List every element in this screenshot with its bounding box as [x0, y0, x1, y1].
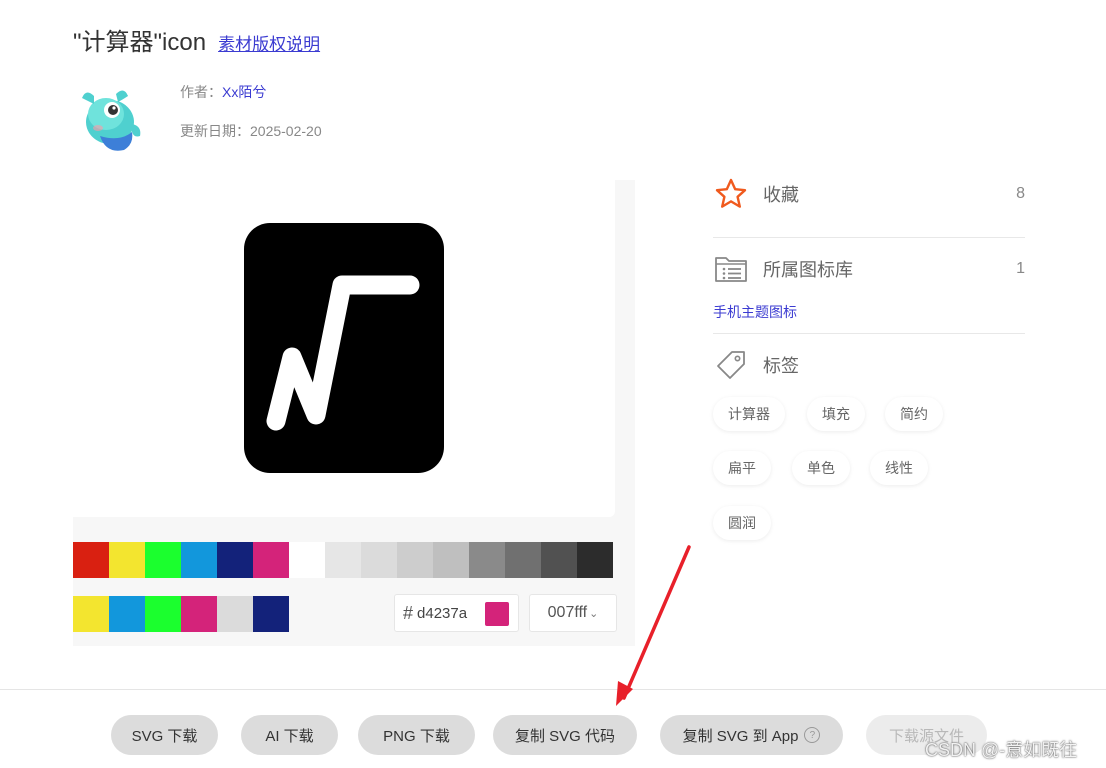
copy-svg-to-app-button[interactable]: 复制 SVG 到 App ? — [660, 715, 843, 755]
annotation-arrow-icon — [616, 545, 691, 706]
copy-svg-code-button[interactable]: 复制 SVG 代码 — [493, 715, 637, 755]
color-swatch[interactable] — [145, 542, 181, 578]
library-label: 所属图标库 — [763, 260, 853, 280]
author-info: 作者：Xx陌兮 — [180, 82, 266, 102]
color-swatch[interactable] — [145, 596, 181, 632]
color-swatch[interactable] — [73, 542, 109, 578]
svg-download-button[interactable]: SVG 下载 — [111, 715, 218, 755]
color-hex-input[interactable]: # d4237a — [394, 594, 519, 632]
current-color-swatch[interactable] — [485, 602, 509, 626]
divider — [713, 237, 1025, 238]
color-swatch[interactable] — [109, 596, 145, 632]
hash-symbol: # — [403, 602, 414, 623]
color-swatch[interactable] — [253, 542, 289, 578]
favorite-count: 8 — [1016, 185, 1025, 202]
color-swatch[interactable] — [433, 542, 469, 578]
chevron-down-icon: ⌄ — [589, 607, 599, 620]
preset-value: 007fff — [547, 604, 588, 621]
color-swatch[interactable] — [541, 542, 577, 578]
tag-chip[interactable]: 计算器 — [713, 397, 785, 431]
tag-chip[interactable]: 简约 — [885, 397, 943, 431]
color-swatch[interactable] — [325, 542, 361, 578]
color-swatch[interactable] — [469, 542, 505, 578]
library-link[interactable]: 手机主题图标 — [713, 302, 797, 322]
color-swatch[interactable] — [181, 596, 217, 632]
csdn-watermark: CSDN @-意如既往 — [925, 740, 1078, 760]
favorite-label: 收藏 — [763, 185, 799, 205]
color-palette-row-2 — [73, 596, 289, 632]
color-swatch[interactable] — [73, 596, 109, 632]
copy-svg-to-app-label: 复制 SVG 到 App — [682, 727, 799, 745]
date-value: 2025-02-20 — [250, 123, 322, 139]
copyright-link[interactable]: 素材版权说明 — [218, 30, 320, 55]
calculator-sqrt-icon — [244, 223, 444, 473]
page-title: "计算器"icon — [73, 29, 207, 56]
divider — [713, 333, 1025, 334]
color-swatch[interactable] — [253, 596, 289, 632]
color-swatch[interactable] — [361, 542, 397, 578]
favorite-section[interactable]: 收藏 8 — [713, 170, 1025, 218]
color-swatch[interactable] — [505, 542, 541, 578]
png-download-button[interactable]: PNG 下载 — [358, 715, 475, 755]
tags-section: 标签 — [713, 341, 1025, 389]
tag-icon — [713, 347, 749, 383]
title-row: "计算器"icon 素材版权说明 — [73, 22, 320, 57]
bottom-divider — [0, 689, 1106, 690]
date-label: 更新日期： — [180, 123, 250, 139]
color-swatch[interactable] — [109, 542, 145, 578]
update-date: 更新日期：2025-02-20 — [180, 121, 322, 141]
star-icon[interactable] — [713, 176, 749, 212]
color-swatch[interactable] — [217, 596, 253, 632]
tag-chip[interactable]: 填充 — [807, 397, 865, 431]
tag-chip[interactable]: 线性 — [870, 451, 928, 485]
tag-chip[interactable]: 单色 — [792, 451, 850, 485]
preview-canvas — [73, 180, 615, 517]
color-swatch[interactable] — [289, 542, 325, 578]
tag-chip[interactable]: 扁平 — [713, 451, 771, 485]
color-swatch[interactable] — [217, 542, 253, 578]
color-palette-row-1 — [73, 542, 613, 578]
library-count: 1 — [1016, 260, 1025, 277]
hex-value[interactable]: d4237a — [417, 605, 467, 622]
library-section: 所属图标库 1 — [713, 245, 1025, 293]
author-label: 作者： — [180, 84, 222, 100]
color-swatch[interactable] — [181, 542, 217, 578]
author-name-link[interactable]: Xx陌兮 — [222, 84, 266, 100]
tags-label: 标签 — [763, 356, 799, 376]
folder-list-icon — [713, 251, 749, 287]
ai-download-button[interactable]: AI 下载 — [241, 715, 338, 755]
color-swatch[interactable] — [397, 542, 433, 578]
help-icon[interactable]: ? — [804, 727, 821, 743]
tag-chip[interactable]: 圆润 — [713, 506, 771, 540]
author-avatar[interactable] — [76, 84, 148, 156]
